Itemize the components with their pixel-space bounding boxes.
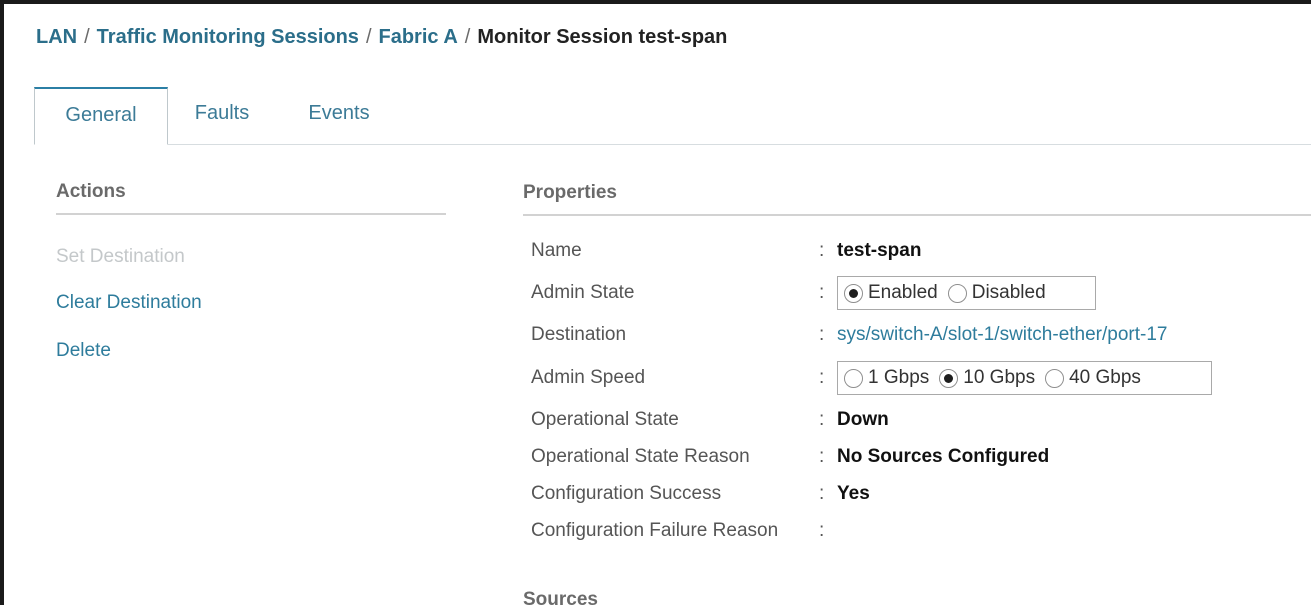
breadcrumb-separator: / (464, 26, 471, 48)
admin-state-colon: : (819, 282, 825, 303)
admin-state-label: Admin State (531, 282, 635, 303)
radio-checked-icon[interactable] (844, 283, 863, 303)
name-colon: : (819, 240, 825, 261)
breadcrumb-current-page: Monitor Session test-span (477, 26, 728, 48)
configuration-success-value: Yes (837, 483, 870, 504)
admin-speed-radio-group: 1 Gbps 10 Gbps 40 Gbps (837, 361, 1212, 395)
admin-speed-40gbps-option[interactable]: 40 Gbps (1045, 367, 1141, 389)
monitor-session-page: LAN / Traffic Monitoring Sessions / Fabric A… (0, 0, 1311, 605)
admin-state-disabled-option[interactable]: Disabled (947, 282, 1046, 304)
admin-speed-10gbps-label: 10 Gbps (963, 367, 1036, 388)
admin-state-enabled-label: Enabled (868, 282, 938, 303)
configuration-success-colon: : (819, 483, 825, 504)
breadcrumb-fabric-a[interactable]: Fabric A (379, 26, 458, 48)
sources-title: Sources (523, 589, 598, 605)
configuration-failure-reason-label: Configuration Failure Reason (531, 520, 779, 541)
admin-state-disabled-label: Disabled (971, 282, 1046, 303)
set-destination-action: Set Destination (56, 246, 185, 267)
admin-speed-40gbps-label: 40 Gbps (1069, 367, 1141, 388)
admin-speed-10gbps-option[interactable]: 10 Gbps (939, 367, 1035, 389)
admin-state-enabled-option[interactable]: Enabled (844, 282, 938, 304)
configuration-success-label: Configuration Success (531, 483, 722, 504)
actions-divider (56, 213, 446, 215)
breadcrumb-separator: / (84, 26, 90, 48)
destination-colon: : (819, 324, 825, 345)
admin-speed-colon: : (819, 367, 825, 388)
properties-title: Properties (523, 182, 617, 203)
admin-state-radio-group: Enabled Disabled (837, 276, 1096, 310)
operational-state-reason-label: Operational State Reason (531, 446, 750, 467)
operational-state-value: Down (837, 409, 889, 430)
breadcrumb-separator: / (365, 26, 372, 48)
radio-unchecked-icon[interactable] (844, 368, 863, 388)
operational-state-colon: : (819, 409, 825, 430)
destination-label: Destination (531, 324, 627, 345)
breadcrumb-traffic-monitoring-sessions[interactable]: Traffic Monitoring Sessions (97, 26, 359, 48)
tab-faults[interactable]: Faults (182, 87, 262, 144)
tab-general[interactable]: General (34, 87, 168, 145)
admin-speed-1gbps-label: 1 Gbps (868, 367, 930, 388)
radio-checked-icon[interactable] (939, 368, 959, 388)
radio-unchecked-icon[interactable] (1045, 368, 1065, 388)
name-label: Name (531, 240, 582, 261)
tab-events[interactable]: Events (296, 87, 382, 144)
destination-link[interactable]: sys/switch-A/slot-1/switch-ether/port-17 (837, 324, 1168, 346)
operational-state-reason-value: No Sources Configured (837, 446, 1050, 467)
name-value: test-span (837, 240, 922, 261)
operational-state-label: Operational State (531, 409, 679, 430)
tab-bar: General Faults Events (34, 87, 1311, 145)
breadcrumb-lan[interactable]: LAN (36, 26, 77, 48)
properties-divider (523, 214, 1311, 216)
breadcrumb: LAN / Traffic Monitoring Sessions / Fabric A… (36, 26, 727, 49)
configuration-failure-reason-colon: : (819, 520, 825, 541)
clear-destination-action[interactable]: Clear Destination (56, 292, 202, 314)
admin-speed-1gbps-option[interactable]: 1 Gbps (844, 367, 929, 389)
operational-state-reason-colon: : (819, 446, 825, 467)
radio-unchecked-icon[interactable] (947, 283, 967, 303)
delete-action[interactable]: Delete (56, 340, 111, 362)
admin-speed-label: Admin Speed (531, 367, 646, 388)
actions-title: Actions (56, 181, 126, 202)
